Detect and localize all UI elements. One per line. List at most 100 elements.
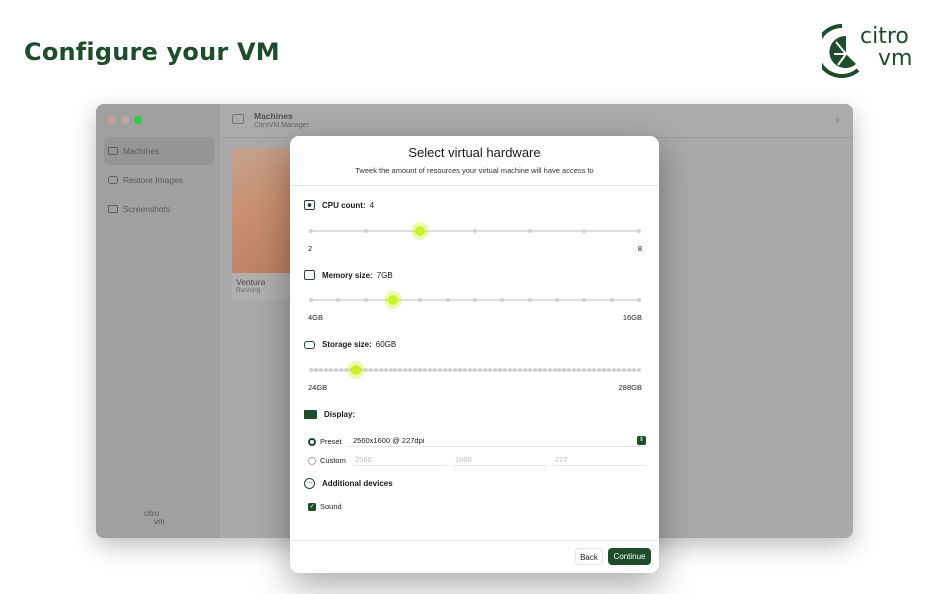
slider-tick bbox=[552, 368, 557, 372]
slider-tick bbox=[393, 368, 398, 372]
slider-tick bbox=[597, 368, 602, 372]
custom-height-input[interactable]: 1600 bbox=[453, 454, 547, 466]
sidebar-item-screenshots[interactable]: Screenshots bbox=[104, 195, 214, 223]
sidebar-item-machines[interactable]: Machines bbox=[104, 137, 214, 165]
memory-icon bbox=[304, 270, 315, 280]
slider-tick bbox=[637, 368, 641, 372]
sound-checkbox[interactable]: ✓ Sound bbox=[308, 502, 342, 511]
slider-knob[interactable] bbox=[350, 365, 361, 375]
slider-tick bbox=[562, 368, 567, 372]
slider-tick bbox=[323, 368, 328, 372]
slider-tick bbox=[637, 229, 641, 233]
slider-tick bbox=[433, 368, 438, 372]
slider-tick bbox=[612, 368, 617, 372]
custom-radio[interactable]: Custom bbox=[308, 456, 346, 465]
slider-tick bbox=[577, 368, 582, 372]
sidebar-item-label: Restore Images bbox=[123, 175, 183, 185]
slider-tick bbox=[587, 368, 592, 372]
slider-tick bbox=[473, 368, 477, 372]
slider-tick bbox=[373, 368, 378, 372]
slider-tick bbox=[532, 368, 537, 372]
image-icon bbox=[108, 205, 118, 213]
slider-tick bbox=[458, 368, 463, 372]
sidebar: Machines Restore Images Screenshots citr… bbox=[96, 104, 220, 538]
cpu-label: CPU count: bbox=[322, 200, 366, 210]
slider-tick bbox=[473, 229, 477, 233]
slider-tick bbox=[527, 368, 532, 372]
slider-tick bbox=[527, 298, 532, 302]
slider-tick bbox=[500, 298, 505, 302]
slider-tick bbox=[328, 368, 333, 372]
slider-tick bbox=[497, 368, 502, 372]
slider-tick bbox=[637, 298, 641, 302]
display-label-row: Display: bbox=[304, 410, 359, 419]
preset-select[interactable]: 2560x1600 @ 227dpi ⇕ bbox=[348, 435, 646, 447]
cpu-value: 4 bbox=[369, 200, 375, 210]
page-title: Configure your VM bbox=[24, 38, 280, 66]
slider-tick bbox=[443, 368, 448, 372]
custom-dpi-input[interactable]: 227 bbox=[553, 454, 646, 466]
slider-tick bbox=[592, 368, 597, 372]
slider-tick bbox=[338, 368, 343, 372]
slider-tick bbox=[333, 368, 338, 372]
cpu-slider[interactable] bbox=[309, 224, 641, 238]
slider-tick bbox=[512, 368, 517, 372]
storage-label-row: Storage size: 60GB bbox=[304, 340, 396, 349]
slider-tick bbox=[413, 368, 418, 372]
storage-value: 60GB bbox=[375, 340, 397, 349]
monitor-icon bbox=[304, 410, 317, 419]
hardware-dialog: Select virtual hardware Tweek the amount… bbox=[290, 136, 659, 573]
slider-knob[interactable] bbox=[388, 295, 398, 305]
zoom-button[interactable] bbox=[134, 116, 142, 124]
slider-tick bbox=[527, 229, 532, 233]
close-button[interactable] bbox=[108, 116, 116, 124]
slider-tick bbox=[453, 368, 458, 372]
dialog-header: Select virtual hardware Tweek the amount… bbox=[290, 136, 659, 186]
slider-tick bbox=[522, 368, 527, 372]
brand-line1: citro bbox=[860, 24, 909, 49]
slider-tick bbox=[507, 368, 512, 372]
sidebar-item-label: Machines bbox=[123, 146, 160, 156]
brand-line2: vm bbox=[878, 46, 913, 71]
slider-knob[interactable] bbox=[415, 226, 426, 236]
slider-tick bbox=[448, 368, 453, 372]
continue-button[interactable]: Continue bbox=[608, 548, 651, 565]
add-machine-button[interactable]: + bbox=[833, 112, 841, 127]
slider-tick bbox=[609, 298, 614, 302]
custom-width-input[interactable]: 2560 bbox=[353, 454, 447, 466]
sidebar-toggle-icon[interactable] bbox=[232, 114, 244, 124]
sidebar-item-restore-images[interactable]: Restore Images bbox=[104, 166, 214, 194]
slider-tick bbox=[438, 368, 443, 372]
toolbar-subtitle: CitroVM Manager bbox=[254, 122, 309, 129]
memory-slider[interactable] bbox=[309, 293, 641, 307]
checkmark-icon: ✓ bbox=[308, 502, 316, 511]
slider-tick bbox=[537, 368, 542, 372]
memory-label-row: Memory size: 7GB bbox=[304, 270, 393, 280]
slider-tick bbox=[607, 368, 612, 372]
slider-tick bbox=[408, 368, 413, 372]
storage-slider[interactable] bbox=[309, 363, 641, 377]
slider-tick bbox=[343, 368, 348, 372]
slider-tick bbox=[445, 298, 450, 302]
slider-tick bbox=[582, 368, 587, 372]
slider-tick bbox=[555, 298, 559, 302]
minimize-button[interactable] bbox=[121, 116, 129, 124]
slider-tick bbox=[542, 368, 547, 372]
slider-tick bbox=[622, 368, 627, 372]
devices-label-row: … Additional devices bbox=[304, 478, 397, 489]
slider-tick bbox=[336, 298, 341, 302]
dialog-title: Select virtual hardware bbox=[408, 145, 541, 160]
slider-tick bbox=[582, 229, 587, 233]
slider-tick bbox=[567, 368, 572, 372]
back-button[interactable]: Back bbox=[575, 548, 603, 565]
preset-radio[interactable]: Preset bbox=[308, 437, 342, 446]
slider-tick bbox=[572, 368, 577, 372]
slider-tick bbox=[557, 368, 562, 372]
slider-tick bbox=[363, 368, 368, 372]
devices-label: Additional devices bbox=[322, 479, 393, 488]
slider-tick bbox=[398, 368, 403, 372]
slider-tick bbox=[428, 368, 433, 372]
preset-label: Preset bbox=[320, 437, 342, 446]
slider-tick bbox=[403, 368, 408, 372]
slider-tick bbox=[632, 368, 637, 372]
